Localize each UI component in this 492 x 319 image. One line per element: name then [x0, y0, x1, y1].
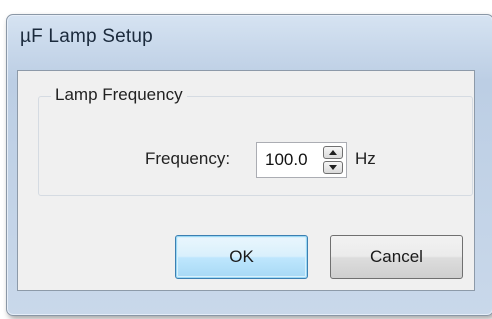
frequency-unit-label: Hz: [355, 149, 376, 168]
spin-up-button[interactable]: [323, 146, 343, 159]
spin-down-button[interactable]: [323, 161, 343, 174]
cancel-button[interactable]: Cancel: [330, 235, 463, 279]
dialog-client-area: Lamp Frequency Frequency: 100.0 Hz OK Ca…: [17, 70, 475, 291]
ok-button[interactable]: OK: [175, 235, 308, 279]
spin-buttons: [323, 146, 343, 174]
triangle-up-icon: [329, 150, 337, 155]
frequency-label: Frequency:: [145, 149, 231, 168]
groupbox-label: Lamp Frequency: [51, 85, 187, 105]
frequency-spinbox[interactable]: 100.0: [256, 142, 347, 178]
triangle-down-icon: [329, 165, 337, 170]
frequency-input[interactable]: 100.0: [265, 150, 308, 170]
dialog-title: µF Lamp Setup: [20, 26, 153, 47]
